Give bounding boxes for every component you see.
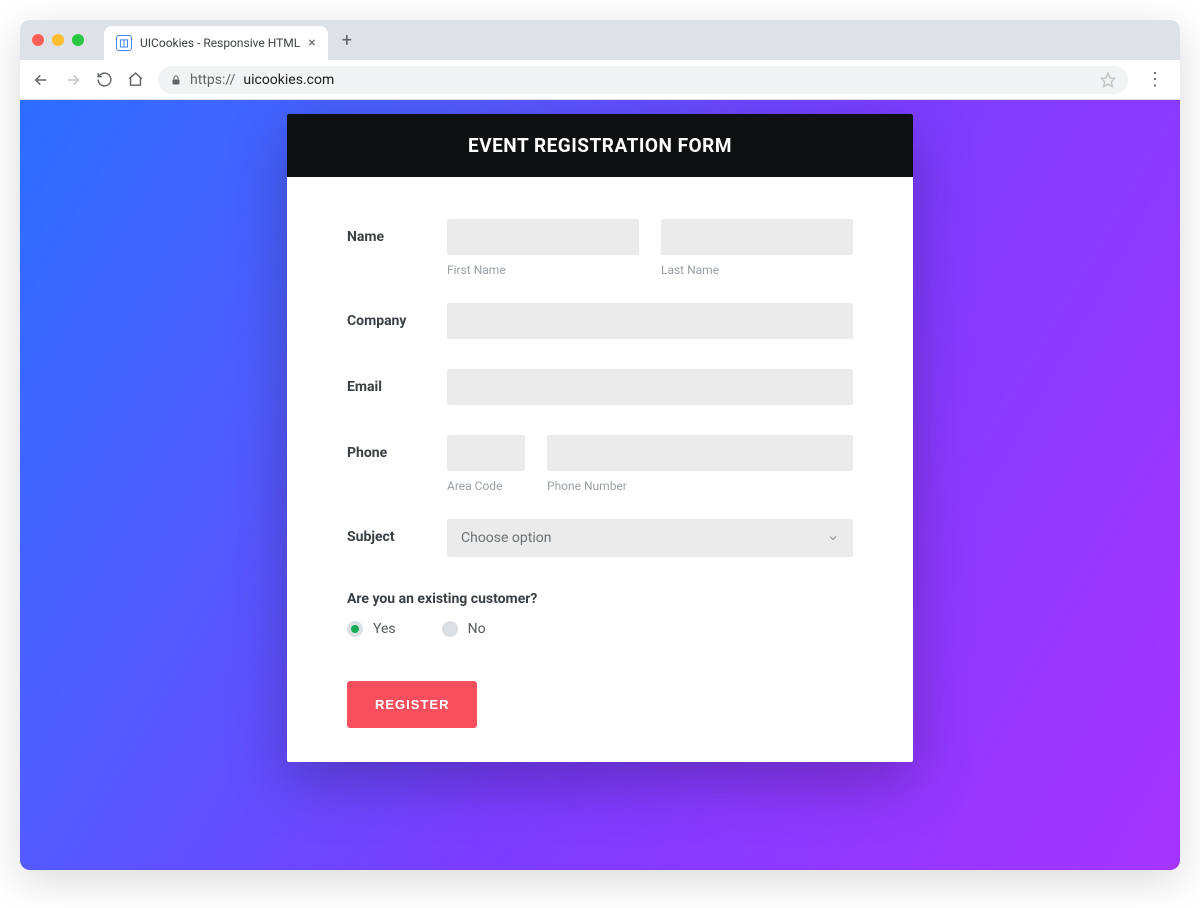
bookmark-star-icon[interactable] bbox=[1100, 72, 1116, 88]
area-code-sublabel: Area Code bbox=[447, 479, 525, 493]
close-window-button[interactable] bbox=[32, 34, 44, 46]
row-email: Email bbox=[347, 369, 853, 405]
radio-yes-label: Yes bbox=[373, 621, 396, 637]
email-input[interactable] bbox=[447, 369, 853, 405]
row-name: Name First Name Last Name bbox=[347, 219, 853, 291]
url-input[interactable]: https:// uicookies.com bbox=[158, 66, 1128, 94]
radio-no-label: No bbox=[468, 621, 486, 637]
forward-button[interactable] bbox=[64, 71, 82, 89]
radio-no[interactable]: No bbox=[442, 621, 486, 637]
subject-select[interactable]: Choose option bbox=[447, 519, 853, 557]
phone-number-sublabel: Phone Number bbox=[547, 479, 853, 493]
register-button[interactable]: REGISTER bbox=[347, 681, 477, 728]
address-bar: https:// uicookies.com ⋮ bbox=[20, 60, 1180, 100]
reload-button[interactable] bbox=[96, 71, 113, 88]
radio-yes[interactable]: Yes bbox=[347, 621, 396, 637]
phone-number-input[interactable] bbox=[547, 435, 853, 471]
row-phone: Phone Area Code Phone Number bbox=[347, 435, 853, 507]
page-viewport: EVENT REGISTRATION FORM Name First Name … bbox=[20, 100, 1180, 870]
new-tab-button[interactable]: + bbox=[342, 30, 352, 51]
back-button[interactable] bbox=[32, 71, 50, 89]
label-name: Name bbox=[347, 219, 447, 291]
label-phone: Phone bbox=[347, 435, 447, 507]
url-scheme: https:// bbox=[190, 72, 235, 88]
row-company: Company bbox=[347, 303, 853, 339]
maximize-window-button[interactable] bbox=[72, 34, 84, 46]
subject-select-placeholder: Choose option bbox=[461, 530, 551, 546]
last-name-sublabel: Last Name bbox=[661, 263, 853, 277]
registration-card: EVENT REGISTRATION FORM Name First Name … bbox=[287, 114, 913, 762]
favicon-icon: ◫ bbox=[116, 35, 132, 51]
tab-title: UICookies - Responsive HTML bbox=[140, 36, 300, 50]
url-host: uicookies.com bbox=[243, 72, 334, 88]
form-title: EVENT REGISTRATION FORM bbox=[287, 114, 913, 177]
radio-no-indicator bbox=[442, 621, 458, 637]
chevron-down-icon bbox=[827, 532, 839, 544]
browser-window: ◫ UICookies - Responsive HTML × + https:… bbox=[20, 20, 1180, 870]
window-controls bbox=[32, 34, 84, 46]
label-subject: Subject bbox=[347, 519, 447, 557]
existing-customer-question: Are you an existing customer? bbox=[347, 591, 853, 607]
browser-menu-button[interactable]: ⋮ bbox=[1142, 69, 1168, 90]
last-name-input[interactable] bbox=[661, 219, 853, 255]
radio-yes-indicator bbox=[347, 621, 363, 637]
company-input[interactable] bbox=[447, 303, 853, 339]
existing-customer-radios: Yes No bbox=[347, 621, 853, 637]
first-name-input[interactable] bbox=[447, 219, 639, 255]
home-button[interactable] bbox=[127, 71, 144, 88]
tab-bar: ◫ UICookies - Responsive HTML × + bbox=[20, 20, 1180, 60]
minimize-window-button[interactable] bbox=[52, 34, 64, 46]
form-body: Name First Name Last Name Company bbox=[287, 177, 913, 762]
label-email: Email bbox=[347, 369, 447, 405]
label-company: Company bbox=[347, 303, 447, 339]
lock-icon bbox=[170, 73, 182, 87]
browser-tab[interactable]: ◫ UICookies - Responsive HTML × bbox=[104, 26, 328, 60]
area-code-input[interactable] bbox=[447, 435, 525, 471]
first-name-sublabel: First Name bbox=[447, 263, 639, 277]
tab-close-icon[interactable]: × bbox=[308, 35, 315, 51]
row-subject: Subject Choose option bbox=[347, 519, 853, 557]
